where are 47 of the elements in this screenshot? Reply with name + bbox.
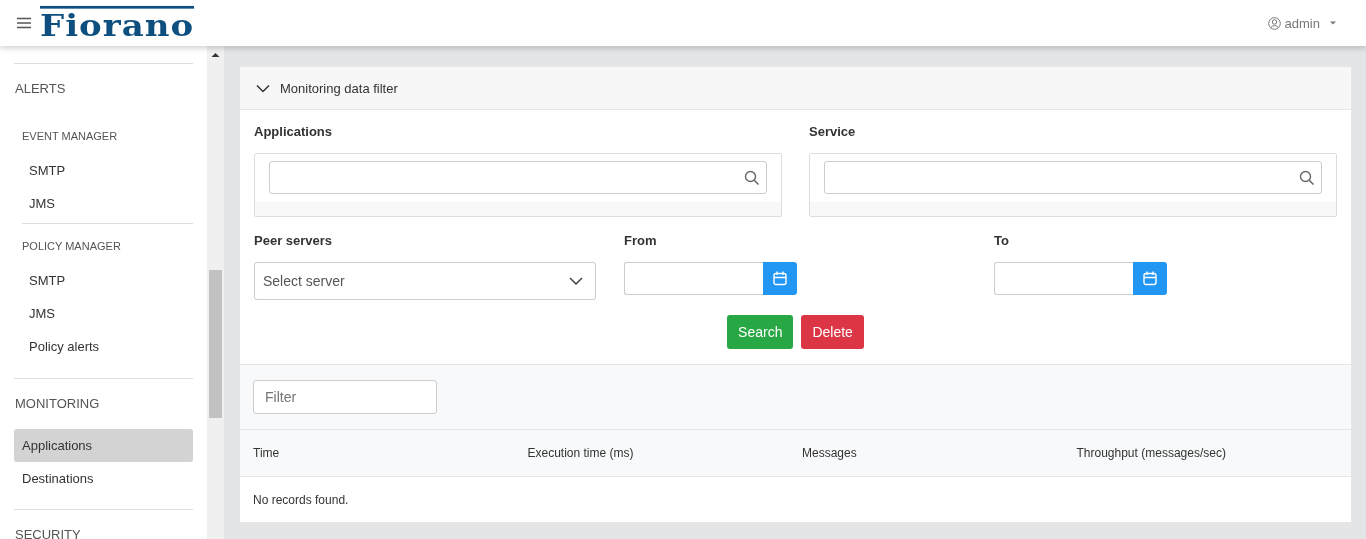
search-field[interactable]	[824, 161, 1322, 194]
user-icon	[1267, 16, 1281, 30]
column-header: Throughput (messages/sec)	[1076, 446, 1227, 460]
sidebar-link[interactable]: JMS	[14, 188, 193, 221]
field-label: Peer servers	[254, 233, 334, 248]
menu-icon[interactable]	[16, 17, 32, 29]
section-heading: SECURITY	[14, 526, 82, 539]
sidebar-link[interactable]: SMTP	[14, 155, 193, 188]
sidebar-item[interactable]: Destinations	[14, 462, 193, 495]
field-label: Applications	[254, 124, 333, 139]
search-icon[interactable]	[1299, 169, 1315, 186]
sidebar-link[interactable]: JMS	[14, 298, 193, 331]
chevron-down-icon	[256, 83, 270, 93]
scrollbar[interactable]	[207, 46, 224, 539]
search-field[interactable]	[269, 161, 767, 194]
column-header: Execution time (ms)	[527, 446, 635, 460]
panel-header[interactable]: Monitoring data filter	[240, 67, 1351, 110]
empty-message: No records found.	[253, 492, 349, 507]
section-heading: ALERTS	[14, 80, 67, 98]
field-label: To	[994, 233, 1010, 248]
scroll-up-icon[interactable]	[211, 52, 220, 58]
calendar-icon	[773, 271, 787, 286]
sidebar-link[interactable]: SMTP	[14, 265, 193, 298]
calendar-button[interactable]	[763, 262, 797, 295]
field-label: Service	[809, 124, 857, 139]
field-label: From	[624, 233, 658, 248]
panel-title: Monitoring data filter	[280, 80, 398, 96]
date-field[interactable]	[624, 262, 763, 295]
chevron-down-icon	[569, 277, 583, 285]
date-field[interactable]	[994, 262, 1133, 295]
column-header: Messages	[802, 446, 858, 460]
sidebar-item[interactable]: Applications	[14, 429, 193, 462]
server-select[interactable]: Select server	[254, 262, 596, 300]
filter-field[interactable]: Filter	[253, 380, 437, 414]
calendar-icon	[1143, 271, 1157, 286]
caret-icon	[1328, 20, 1338, 26]
calendar-button[interactable]	[1133, 262, 1167, 295]
section-heading: MONITORING	[14, 395, 101, 413]
user-menu[interactable]: admin	[1261, 14, 1344, 32]
subsection-heading: POLICY MANAGER	[21, 239, 122, 254]
search-icon[interactable]	[744, 169, 760, 186]
sidebar-link[interactable]: Policy alerts	[14, 331, 193, 364]
logo: Fiorano	[40, 5, 195, 41]
column-header: Time	[253, 446, 281, 460]
subsection-heading: EVENT MANAGER	[21, 129, 119, 144]
delete-button[interactable]: Delete	[801, 315, 864, 349]
scrollbar-thumb[interactable]	[209, 270, 222, 418]
